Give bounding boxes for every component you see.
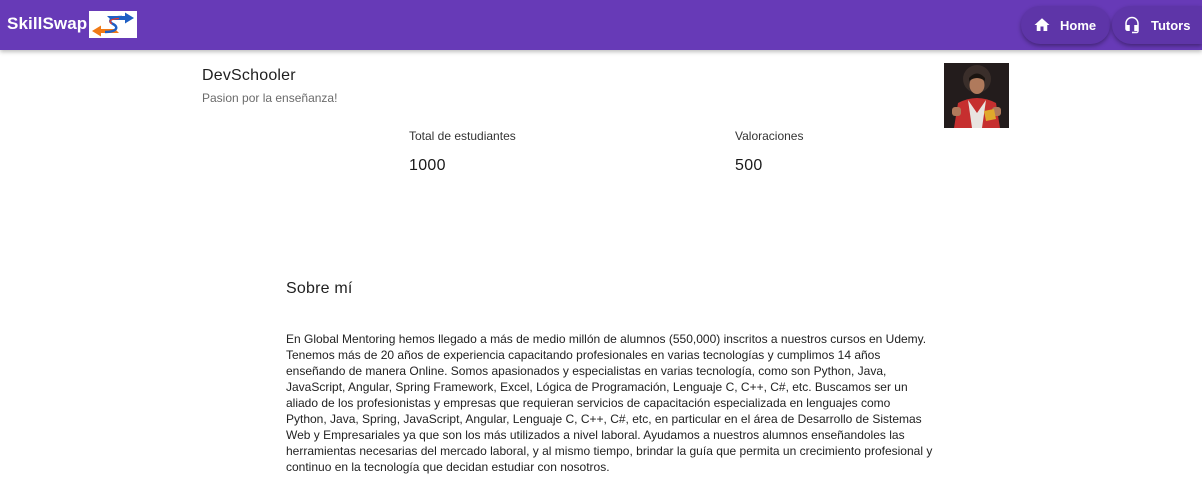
profile-name: DevSchooler xyxy=(202,67,296,84)
nav-tutors-button[interactable]: Tutors xyxy=(1112,6,1202,44)
nav-tutors-label: Tutors xyxy=(1151,17,1191,33)
stat-ratings-value: 500 xyxy=(735,157,763,174)
about-title: Sobre mí xyxy=(286,280,353,297)
nav-home-button[interactable]: Home xyxy=(1021,6,1110,44)
home-icon xyxy=(1033,16,1051,34)
profile-tagline: Pasion por la enseñanza! xyxy=(202,91,338,105)
stat-students-value: 1000 xyxy=(409,157,446,174)
brand-title[interactable]: SkillSwap xyxy=(7,14,87,34)
tutor-avatar xyxy=(944,63,1009,128)
headset-icon xyxy=(1123,16,1141,34)
top-app-bar: SkillSwap Home Tutors xyxy=(0,0,1202,50)
stat-students-label: Total de estudiantes xyxy=(409,129,516,143)
skillswap-logo-icon[interactable] xyxy=(89,11,137,38)
about-text: En Global Mentoring hemos llegado a más … xyxy=(286,332,933,474)
stat-ratings-label: Valoraciones xyxy=(735,129,804,143)
nav-home-label: Home xyxy=(1060,17,1097,33)
